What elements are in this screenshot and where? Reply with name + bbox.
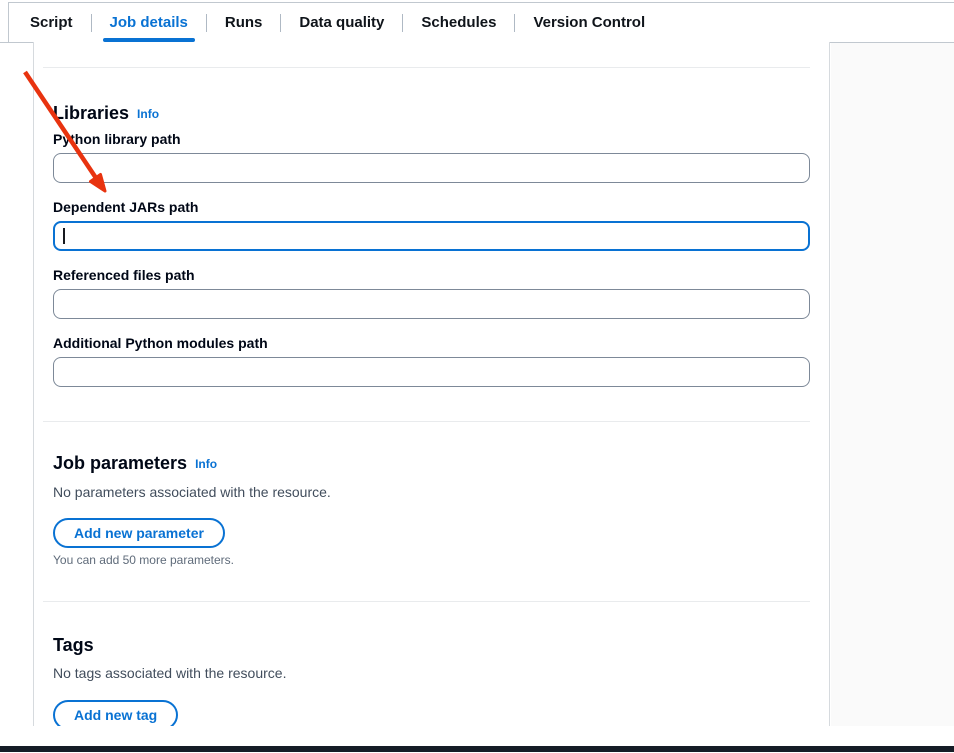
- tab-schedules[interactable]: Schedules: [403, 3, 514, 42]
- job-parameters-heading: Job parameters Info: [53, 454, 810, 473]
- libraries-heading: Libraries Info: [53, 104, 810, 123]
- tab-job-details[interactable]: Job details: [92, 3, 206, 42]
- python-library-path-label: Python library path: [53, 132, 810, 146]
- additional-python-modules-path-label: Additional Python modules path: [53, 336, 810, 350]
- python-library-path-input[interactable]: [53, 153, 810, 183]
- tab-schedules-label: Schedules: [421, 14, 496, 31]
- add-new-tag-button[interactable]: Add new tag: [53, 700, 178, 726]
- tags-empty-text: No tags associated with the resource.: [53, 666, 810, 681]
- job-parameters-info-link[interactable]: Info: [195, 457, 217, 471]
- tab-runs[interactable]: Runs: [207, 3, 281, 42]
- libraries-info-link[interactable]: Info: [137, 107, 159, 121]
- libraries-section: Libraries Info Python library path Depend…: [53, 104, 810, 387]
- tab-script[interactable]: Script: [12, 3, 91, 42]
- job-parameters-empty-text: No parameters associated with the resour…: [53, 485, 810, 500]
- dependent-jars-path-label: Dependent JARs path: [53, 200, 810, 214]
- add-new-parameter-button[interactable]: Add new parameter: [53, 518, 225, 548]
- job-parameters-section: Job parameters Info No parameters associa…: [53, 454, 810, 566]
- job-parameters-title: Job parameters: [53, 453, 187, 473]
- referenced-files-path-input[interactable]: [53, 289, 810, 319]
- additional-python-modules-path-input[interactable]: [53, 357, 810, 387]
- job-details-panel: Libraries Info Python library path Depend…: [33, 42, 830, 726]
- tab-data-quality-label: Data quality: [299, 14, 384, 31]
- referenced-files-path-label: Referenced files path: [53, 268, 810, 282]
- text-cursor: [63, 228, 65, 244]
- tags-section: Tags No tags associated with the resourc…: [53, 636, 810, 726]
- section-divider: [43, 67, 810, 68]
- tab-bar: Script Job details Runs Data quality Sch…: [8, 2, 954, 42]
- tab-job-details-label: Job details: [110, 14, 188, 31]
- libraries-title: Libraries: [53, 103, 129, 123]
- right-gutter: [831, 43, 954, 726]
- job-parameters-hint-text: You can add 50 more parameters.: [53, 554, 810, 566]
- tags-heading: Tags: [53, 636, 810, 654]
- tab-version-control-label: Version Control: [533, 14, 645, 31]
- window-bottom-bar: [0, 746, 954, 752]
- dependent-jars-path-input[interactable]: [53, 221, 810, 251]
- tab-runs-label: Runs: [225, 14, 263, 31]
- tab-script-label: Script: [30, 14, 73, 31]
- tab-data-quality[interactable]: Data quality: [281, 3, 402, 42]
- section-divider: [43, 421, 810, 422]
- section-divider: [43, 601, 810, 602]
- tab-version-control[interactable]: Version Control: [515, 3, 663, 42]
